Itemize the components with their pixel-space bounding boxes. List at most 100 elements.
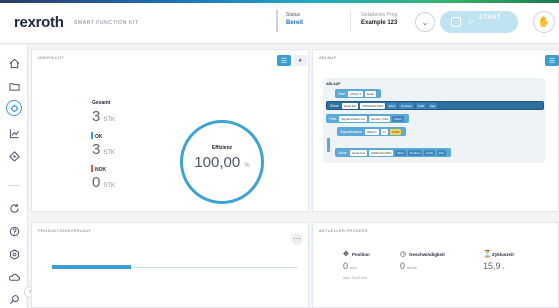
efficiency-value: 100,00 % [183,154,261,171]
cycle-time-number: 15,9 [483,261,501,271]
cycle-time-label: Zykluszeit [492,252,514,257]
if-block-bracket [327,138,330,152]
total-value: 3 STK [92,108,115,125]
list-view-button[interactable]: ☰ [277,55,291,66]
help-icon[interactable] [6,223,22,239]
chevron-down-icon: ⌄ [421,17,429,27]
cycle-time-unit: s [502,265,505,270]
rexroth-logo: rexroth [14,14,64,31]
sequence-canvas: ABLAUF Start Modul 1 Ende Setze Hand Ein… [323,78,545,163]
status-label: Status [286,12,301,18]
brand-stripe [0,0,559,3]
chart-view-button[interactable]: ◕ [293,55,307,66]
cycle-time-value: 15,9 s [483,261,505,271]
sequence-edit-button[interactable]: ☰ [545,55,559,66]
block-chip: Zeit [428,102,438,109]
block-chip: Sensor_links [369,115,391,122]
current-process-title: AKTUELLER PROZESS [319,228,368,233]
total-number: 3 [92,108,101,125]
sequence-start-label: ABLAUF [326,82,341,86]
block-chip: Wert [386,102,398,109]
block-chip: im [380,128,388,135]
speed-label: Geschwindigkeit [409,252,445,257]
nok-value: 0 STK [92,174,115,191]
block-chip: Zeit [436,149,446,156]
ok-indicator [91,132,93,139]
program-dropdown-button[interactable]: ⌄ [415,12,435,32]
sequence-block-set-off[interactable]: Setze Hand Aus UMSCHALTEN Wert Position … [335,148,451,157]
refresh-icon[interactable] [6,200,22,216]
block-chip: UMSCHALTEN [360,102,385,109]
pie-chart-icon: ◕ [297,57,303,64]
hand-icon: ✋ [537,16,551,28]
settings-icon[interactable] [6,246,22,262]
search-icon[interactable] [6,291,22,307]
block-chip: Dann [392,115,404,122]
play-icon: ▷ [469,18,475,25]
status-box: Status Bereit [276,10,303,32]
start-button[interactable]: START [479,15,501,21]
total-label: Gesamt [92,100,111,106]
sidebar [0,45,28,308]
block-chip: Kraft [415,102,427,109]
sequence-panel: ABLAUF ☰ ABLAUF Start Modul 1 Ende Setze… [312,49,559,212]
process-icon[interactable] [6,100,22,116]
efficiency-unit: % [244,163,250,169]
production-progress-fill [52,265,131,269]
ok-label: OK [95,134,103,140]
stop-button[interactable] [451,17,461,27]
production-options-button[interactable]: ⋯ [291,233,303,245]
chart-icon[interactable] [6,125,22,141]
nok-unit: STK [103,183,116,189]
cloud-icon[interactable] [6,269,22,285]
overview-title: ÜBERSICHT [38,55,64,60]
nok-indicator [91,165,93,172]
nok-number: 0 [92,174,101,191]
product-name: SMART FUNCTION KIT [74,20,139,26]
sidebar-divider [8,185,20,186]
block-chip: Position [407,149,423,156]
manual-mode-button[interactable]: ✋ [533,11,555,33]
ok-value: 3 STK [92,141,115,158]
total-unit: STK [103,117,116,123]
block-label: Setze [330,103,339,108]
sequence-block-wait[interactable]: Signalzustand Warten im 0,000 [337,127,407,136]
production-history-title: PRODUKTIONSVERLAUF [38,228,92,233]
block-label: Setze [338,150,347,155]
block-label: Start [338,91,346,96]
speed-icon: ◷ [400,251,407,258]
block-chip: Ende [365,90,377,97]
ok-unit: STK [103,150,116,156]
status-value: Bereit [286,20,304,26]
sequence-block-start[interactable]: Start Modul 1 Ende [335,89,382,98]
position-value: 0 mm [343,261,357,271]
efficiency-number: 100,00 [194,154,241,171]
sequence-block-set-on[interactable]: Setze Hand Ein UMSCHALTEN Wert Position … [326,101,544,110]
efficiency-gauge: Effizienz 100,00 % [180,120,264,204]
machine-control: ▷ START [440,11,518,33]
ok-number: 3 [92,141,101,158]
top-bar: rexroth SMART FUNCTION KIT Status Bereit… [0,0,559,44]
speed-number: 0 [400,261,406,271]
block-label: Falls [329,116,337,121]
cycle-time-icon: ⏳ [483,251,492,258]
speed-unit: mm/s [407,265,417,270]
sequence-block-if[interactable]: Falls Signal erfasst von Sensor_links Da… [326,114,409,123]
loaded-program-box: Geladenes Prog. Example 123 [350,10,399,32]
block-chip: Hand Aus [349,149,367,156]
nok-label: NOK [95,167,107,173]
position-icon: ✥ [343,251,349,258]
block-chip: Wert [395,149,406,156]
block-chip: Warten [365,128,379,135]
overview-panel: ÜBERSICHT ☰ ◕ Gesamt 3 STK OK 3 STK NOK 0S… [31,49,309,212]
current-process-panel: AKTUELLER PROZESS ✥ Position 0 mm max. 30… [312,222,559,308]
block-chip: UMSCHALTEN [368,149,394,156]
list-icon: ☰ [548,57,556,65]
tag-icon[interactable] [6,148,22,164]
efficiency-label: Effizienz [211,145,233,151]
loaded-program-value: Example 123 [361,20,398,26]
home-icon[interactable] [6,55,22,71]
block-chip: Kraft [424,149,435,156]
speed-value: 0 mm/s [400,261,417,271]
folder-icon[interactable] [6,78,22,94]
